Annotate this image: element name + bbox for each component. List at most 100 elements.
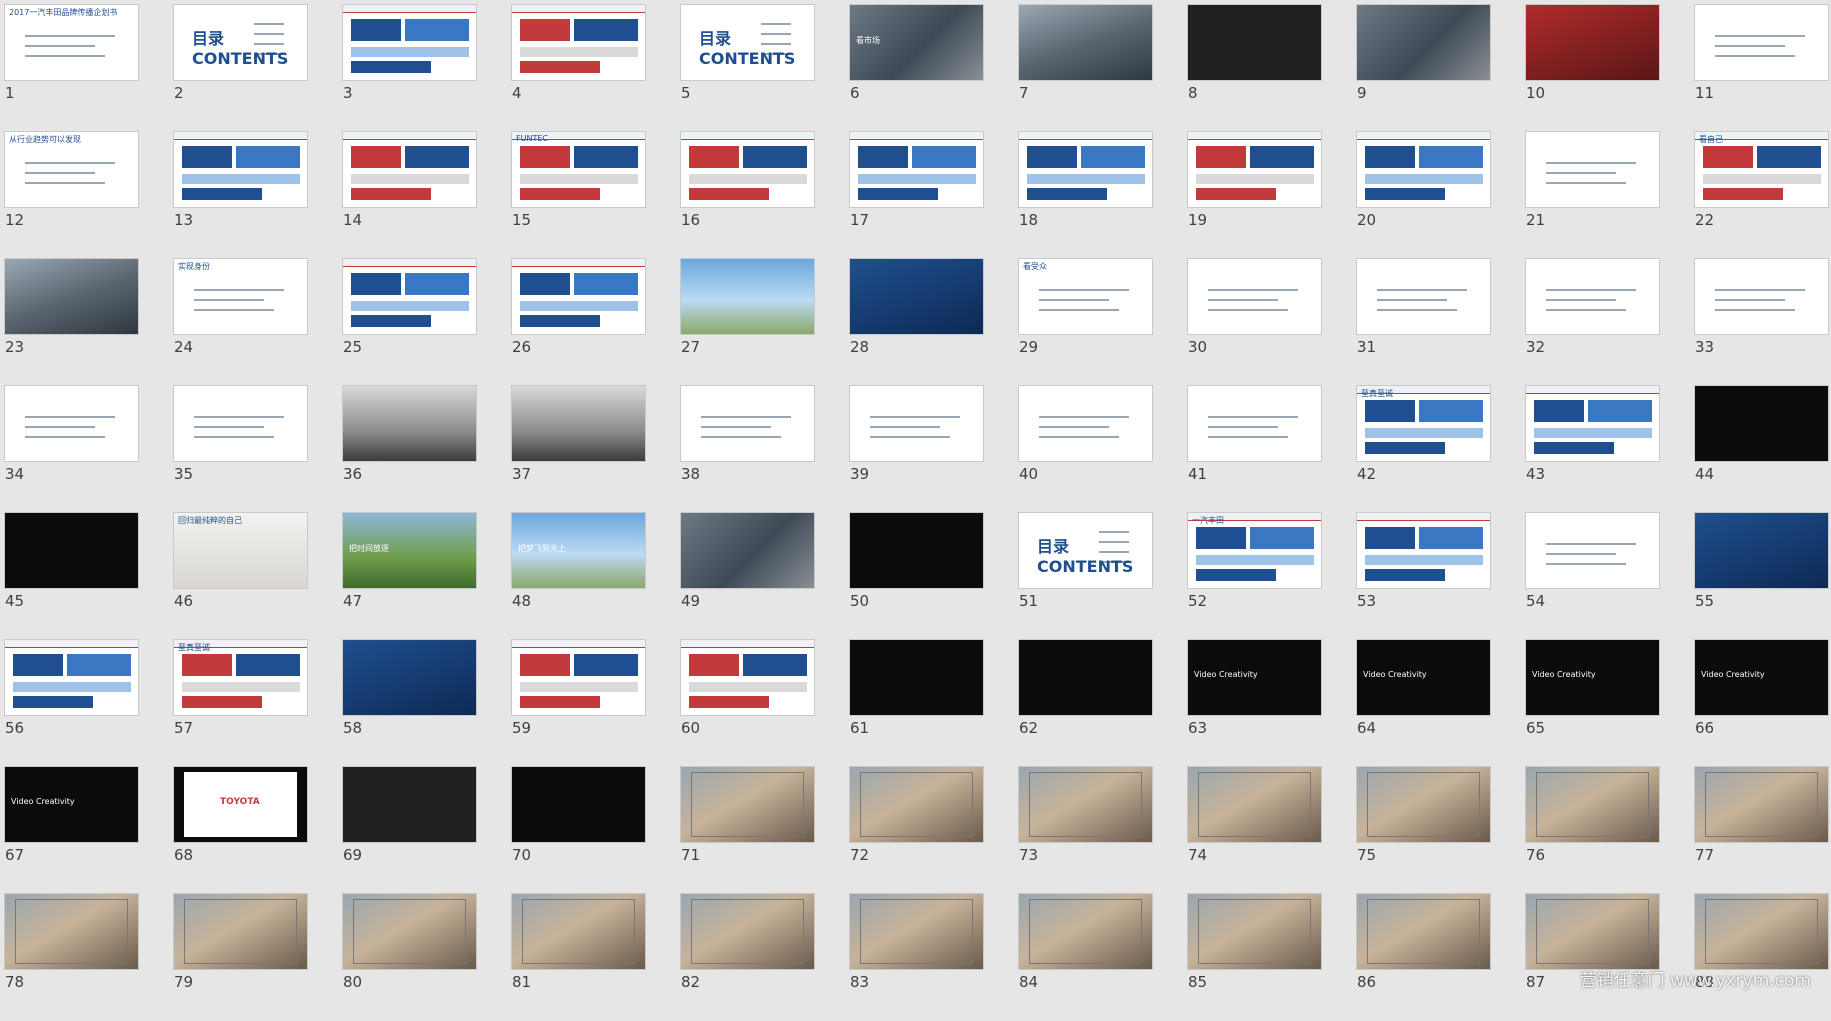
slide-thumbnail-item[interactable]: 回归最纯粹的自己 46 [174, 513, 307, 640]
slide-thumbnail-item[interactable]: 33 [1695, 259, 1828, 386]
slide-thumbnail-item[interactable]: 30 [1188, 259, 1321, 386]
slide-thumbnail[interactable] [1357, 513, 1490, 588]
slide-thumbnail[interactable] [343, 132, 476, 207]
slide-thumbnail[interactable] [1695, 513, 1828, 588]
slide-thumbnail[interactable] [512, 640, 645, 715]
slide-thumbnail-item[interactable]: 至真至诚 42 [1357, 386, 1490, 513]
slide-thumbnail-item[interactable]: 81 [512, 894, 645, 1021]
slide-thumbnail[interactable] [174, 894, 307, 969]
slide-thumbnail-item[interactable]: 86 [1357, 894, 1490, 1021]
slide-thumbnail-item[interactable]: Video Creativity 66 [1695, 640, 1828, 767]
slide-thumbnail-item[interactable]: Video Creativity 63 [1188, 640, 1321, 767]
slide-thumbnail-item[interactable]: 73 [1019, 767, 1152, 894]
slide-thumbnail[interactable] [512, 5, 645, 80]
slide-thumbnail[interactable] [1188, 894, 1321, 969]
slide-thumbnail-item[interactable]: FUNTEC 15 [512, 132, 645, 259]
slide-thumbnail[interactable] [1188, 767, 1321, 842]
slide-thumbnail[interactable] [1188, 132, 1321, 207]
slide-thumbnail[interactable]: 目录 CONTENTS [1019, 513, 1152, 588]
slide-thumbnail[interactable] [1019, 5, 1152, 80]
slide-thumbnail-item[interactable]: 40 [1019, 386, 1152, 513]
slide-thumbnail-item[interactable]: 60 [681, 640, 814, 767]
slide-thumbnail[interactable] [850, 640, 983, 715]
slide-thumbnail[interactable] [1526, 767, 1659, 842]
slide-thumbnail-item[interactable]: 84 [1019, 894, 1152, 1021]
slide-thumbnail[interactable] [1188, 259, 1321, 334]
slide-thumbnail[interactable] [1019, 386, 1152, 461]
slide-thumbnail[interactable] [174, 132, 307, 207]
slide-thumbnail-item[interactable]: 69 [343, 767, 476, 894]
slide-thumbnail-item[interactable]: 88 [1695, 894, 1828, 1021]
slide-thumbnail[interactable] [174, 386, 307, 461]
slide-thumbnail-item[interactable]: 77 [1695, 767, 1828, 894]
slide-thumbnail-item[interactable]: 20 [1357, 132, 1490, 259]
slide-thumbnail-item[interactable]: 59 [512, 640, 645, 767]
slide-thumbnail-item[interactable]: 79 [174, 894, 307, 1021]
slide-thumbnail[interactable] [512, 259, 645, 334]
slide-thumbnail-item[interactable]: 62 [1019, 640, 1152, 767]
slide-thumbnail-item[interactable]: 目录 CONTENTS 5 [681, 5, 814, 132]
slide-thumbnail-item[interactable]: 53 [1357, 513, 1490, 640]
slide-thumbnail-item[interactable]: 49 [681, 513, 814, 640]
slide-thumbnail[interactable] [343, 767, 476, 842]
slide-thumbnail-item[interactable]: 58 [343, 640, 476, 767]
slide-thumbnail-item[interactable]: 7 [1019, 5, 1152, 132]
slide-thumbnail-item[interactable]: 18 [1019, 132, 1152, 259]
slide-thumbnail[interactable] [681, 386, 814, 461]
slide-thumbnail[interactable] [5, 513, 138, 588]
slide-thumbnail-item[interactable]: 11 [1695, 5, 1828, 132]
slide-thumbnail-item[interactable]: 13 [174, 132, 307, 259]
slide-thumbnail-item[interactable]: Video Creativity 65 [1526, 640, 1659, 767]
slide-thumbnail-item[interactable]: 80 [343, 894, 476, 1021]
slide-thumbnail[interactable] [850, 513, 983, 588]
slide-thumbnail-item[interactable]: 56 [5, 640, 138, 767]
slide-thumbnail-item[interactable]: 41 [1188, 386, 1321, 513]
slide-thumbnail[interactable]: 回归最纯粹的自己 [174, 513, 307, 588]
slide-thumbnail-item[interactable]: 75 [1357, 767, 1490, 894]
slide-thumbnail[interactable]: Video Creativity [5, 767, 138, 842]
slide-thumbnail-item[interactable]: 72 [850, 767, 983, 894]
slide-thumbnail[interactable] [681, 132, 814, 207]
slide-thumbnail[interactable] [1695, 259, 1828, 334]
slide-thumbnail-item[interactable]: 看市场 6 [850, 5, 983, 132]
slide-thumbnail[interactable] [343, 386, 476, 461]
slide-thumbnail[interactable] [5, 386, 138, 461]
slide-thumbnail[interactable] [850, 259, 983, 334]
slide-thumbnail[interactable] [5, 259, 138, 334]
slide-thumbnail-item[interactable]: 71 [681, 767, 814, 894]
slide-thumbnail[interactable] [1019, 767, 1152, 842]
slide-thumbnail-item[interactable]: 76 [1526, 767, 1659, 894]
slide-thumbnail[interactable] [343, 894, 476, 969]
slide-thumbnail[interactable] [1695, 894, 1828, 969]
slide-thumbnail-item[interactable]: 10 [1526, 5, 1659, 132]
slide-thumbnail-item[interactable]: 87 [1526, 894, 1659, 1021]
slide-thumbnail[interactable] [343, 640, 476, 715]
slide-thumbnail[interactable] [850, 132, 983, 207]
slide-thumbnail-item[interactable]: 8 [1188, 5, 1321, 132]
slide-thumbnail[interactable] [1526, 259, 1659, 334]
slide-thumbnail-item[interactable]: 34 [5, 386, 138, 513]
slide-thumbnail[interactable] [681, 894, 814, 969]
slide-thumbnail-item[interactable]: 82 [681, 894, 814, 1021]
slide-thumbnail[interactable]: Video Creativity [1526, 640, 1659, 715]
slide-thumbnail[interactable]: FUNTEC [512, 132, 645, 207]
slide-thumbnail[interactable] [1188, 386, 1321, 461]
slide-thumbnail-item[interactable]: 目录 CONTENTS 2 [174, 5, 307, 132]
slide-thumbnail-item[interactable]: 26 [512, 259, 645, 386]
slide-thumbnail-item[interactable]: 从行业趋势可以发现 12 [5, 132, 138, 259]
slide-thumbnail-item[interactable]: 70 [512, 767, 645, 894]
slide-thumbnail-item[interactable]: 28 [850, 259, 983, 386]
slide-thumbnail-item[interactable]: TOYOTA 68 [174, 767, 307, 894]
slide-thumbnail[interactable]: 看自己 [1695, 132, 1828, 207]
slide-thumbnail-item[interactable]: 54 [1526, 513, 1659, 640]
slide-thumbnail[interactable] [5, 894, 138, 969]
slide-thumbnail[interactable] [1357, 767, 1490, 842]
slide-thumbnail-item[interactable]: Video Creativity 64 [1357, 640, 1490, 767]
slide-thumbnail[interactable] [1526, 513, 1659, 588]
slide-thumbnail[interactable]: 实现身份 [174, 259, 307, 334]
slide-thumbnail[interactable] [1019, 640, 1152, 715]
slide-thumbnail-item[interactable]: 16 [681, 132, 814, 259]
slide-thumbnail[interactable]: 看受众 [1019, 259, 1152, 334]
slide-thumbnail[interactable] [512, 767, 645, 842]
slide-thumbnail[interactable] [681, 640, 814, 715]
